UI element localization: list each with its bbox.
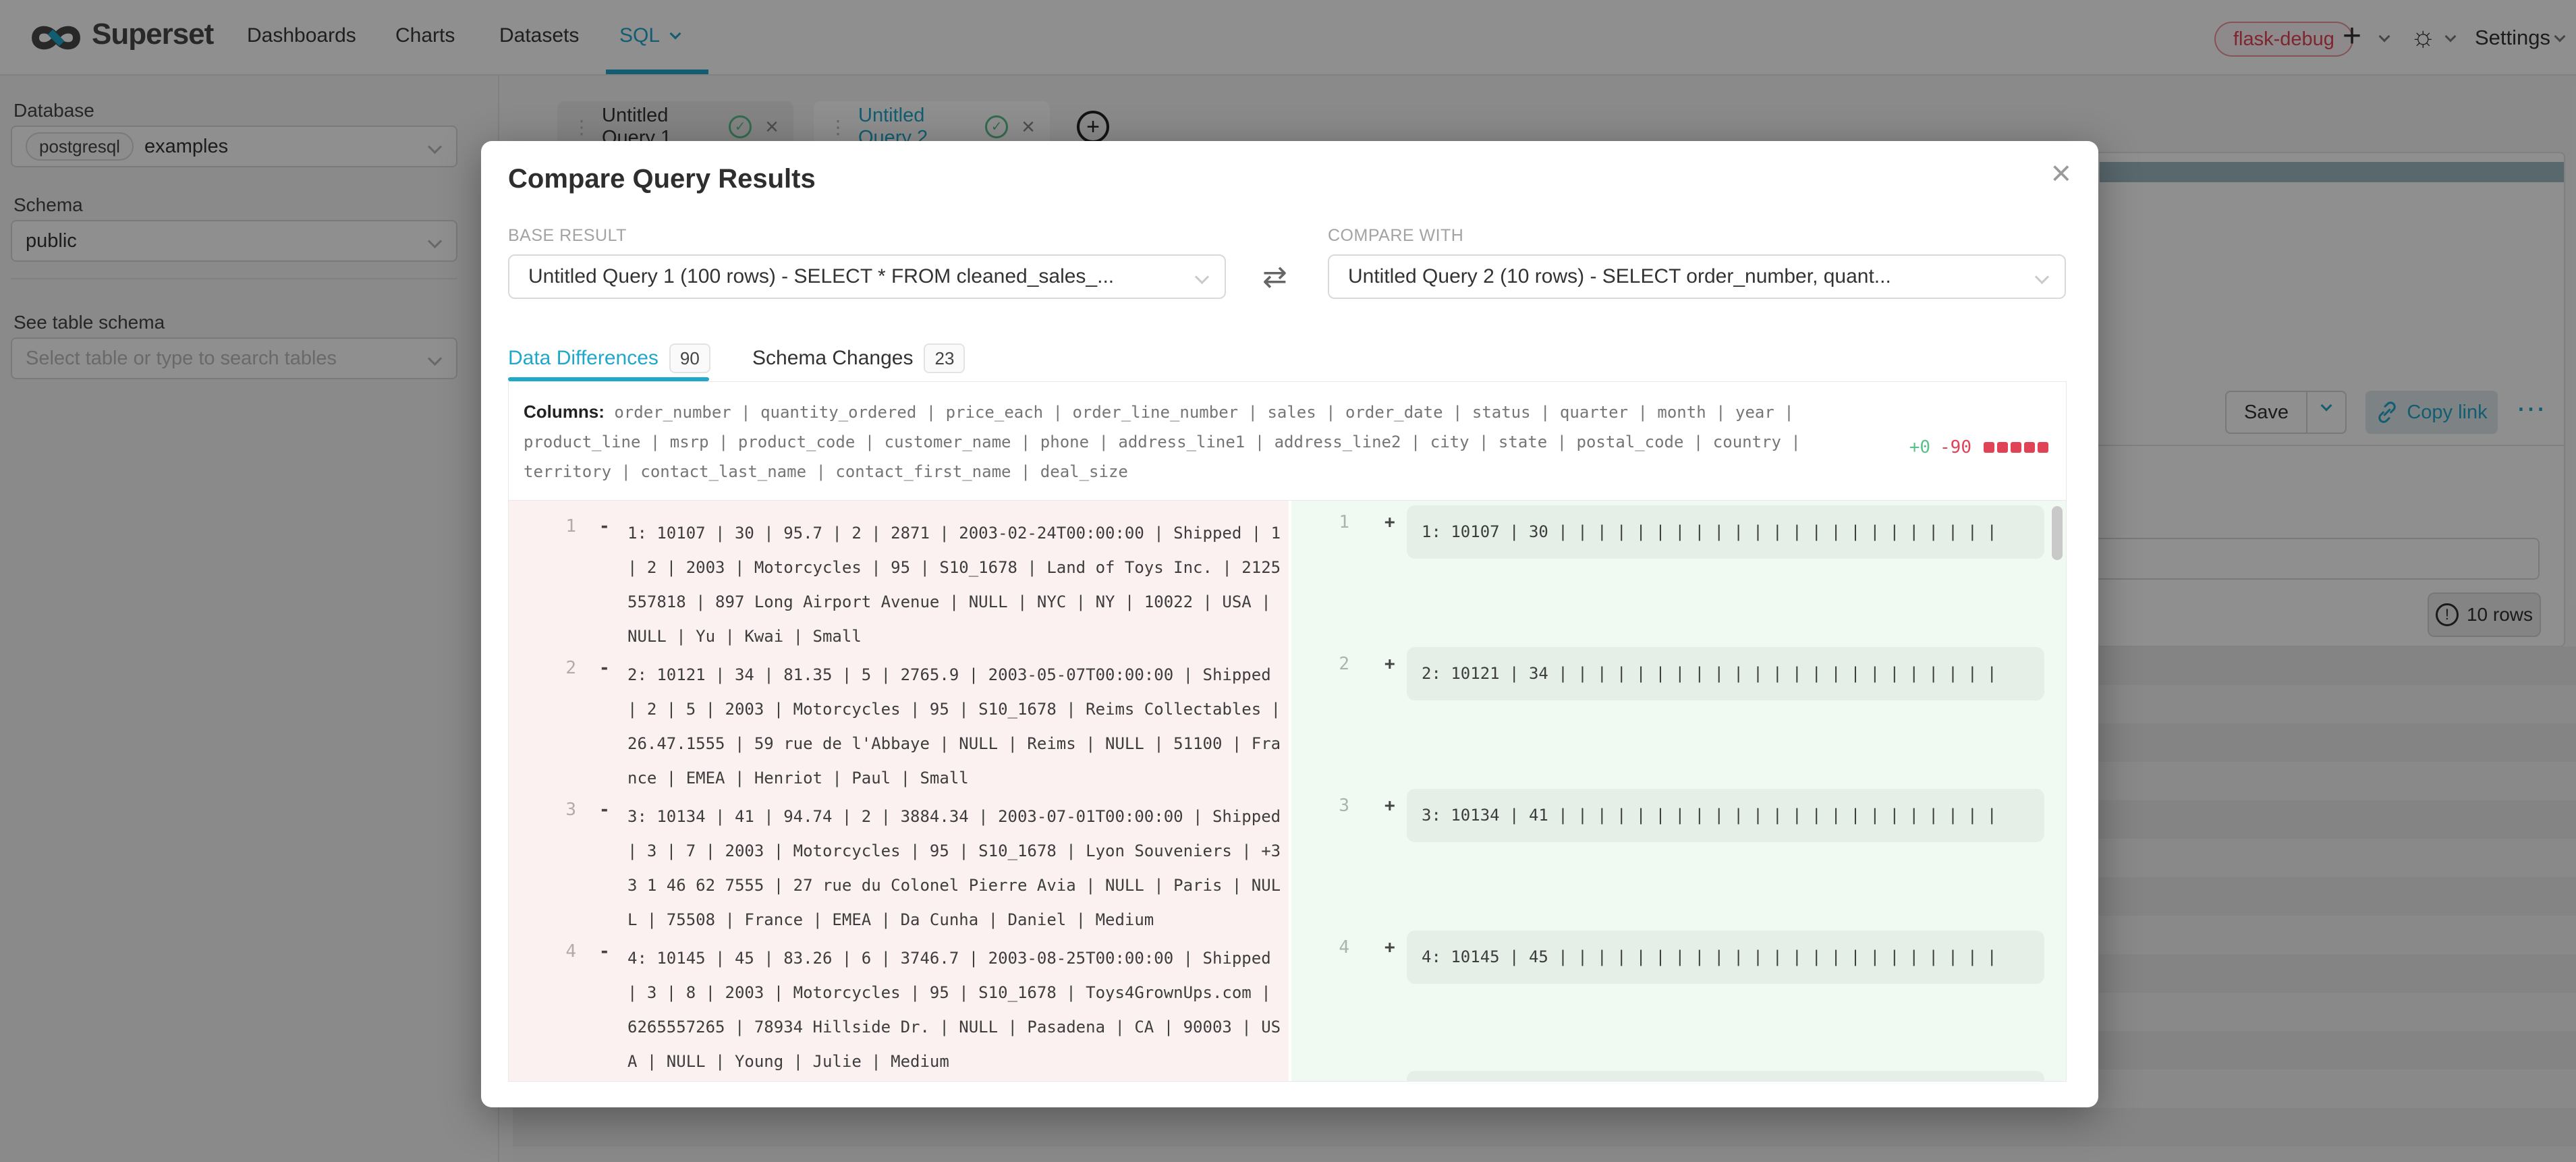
compare-with-select[interactable]: Untitled Query 2 (10 rows) - SELECT orde… bbox=[1328, 254, 2066, 299]
close-modal-icon[interactable]: × bbox=[2051, 153, 2071, 194]
base-result-select[interactable]: Untitled Query 1 (100 rows) - SELECT * F… bbox=[508, 254, 1226, 299]
diff-view: 1 - 1: 10107 | 30 | 95.7 | 2 | 2871 | 20… bbox=[509, 501, 2066, 1081]
chevron-down-icon bbox=[1195, 269, 1209, 283]
schema-changes-count: 23 bbox=[924, 343, 965, 373]
swap-queries-icon[interactable]: ⇄ bbox=[1262, 260, 1287, 294]
chevron-down-icon bbox=[2035, 269, 2049, 283]
diff-ratio-blocks bbox=[1981, 437, 2048, 458]
base-result-value: Untitled Query 1 (100 rows) - SELECT * F… bbox=[528, 265, 1114, 288]
compare-with-value: Untitled Query 2 (10 rows) - SELECT orde… bbox=[1348, 265, 1891, 288]
columns-label: Columns: bbox=[524, 402, 605, 422]
diff-added-block-partial bbox=[1407, 1071, 2044, 1081]
compare-with-label: COMPARE WITH bbox=[1328, 226, 1463, 246]
diff-added-block: 2: 10121 | 34 | | | | | | | | | | | | | … bbox=[1407, 647, 2044, 700]
tab-schema-changes[interactable]: Schema Changes 23 bbox=[752, 343, 965, 373]
compare-query-results-modal: Compare Query Results × BASE RESULT COMP… bbox=[481, 141, 2098, 1107]
added-count: +0 bbox=[1909, 437, 1930, 458]
diff-added-block: 3: 10134 | 41 | | | | | | | | | | | | | … bbox=[1407, 789, 2044, 842]
diff-added-block: 4: 10145 | 45 | | | | | | | | | | | | | … bbox=[1407, 931, 2044, 984]
superset-sql-lab: Superset Dashboards Charts Datasets SQL … bbox=[0, 0, 2576, 1162]
diff-container: Columns: order_number | quantity_ordered… bbox=[508, 381, 2067, 1082]
diff-stats: +0 -90 bbox=[1909, 437, 2048, 458]
removed-count: -90 bbox=[1940, 437, 1971, 458]
tab-data-differences[interactable]: Data Differences 90 bbox=[508, 343, 710, 373]
base-result-label: BASE RESULT bbox=[508, 226, 627, 246]
diff-added-block: 1: 10107 | 30 | | | | | | | | | | | | | … bbox=[1407, 505, 2044, 559]
columns-list: Columns: order_number | quantity_ordered… bbox=[524, 397, 1819, 487]
columns-summary: Columns: order_number | quantity_ordered… bbox=[509, 382, 2066, 501]
data-differences-count: 90 bbox=[669, 343, 710, 373]
diff-scrollbar-thumb[interactable] bbox=[2052, 506, 2063, 560]
modal-title: Compare Query Results bbox=[508, 164, 816, 194]
